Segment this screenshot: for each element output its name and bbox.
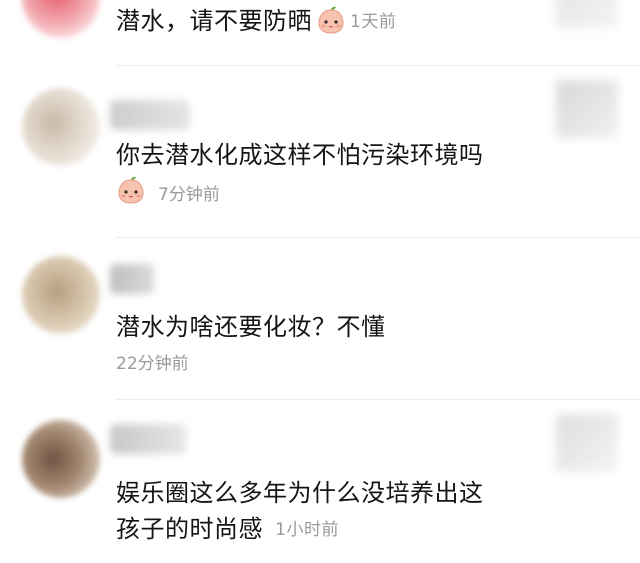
comment-text: 潜水为啥还要化妆？不懂 bbox=[116, 313, 386, 341]
avatar[interactable] bbox=[22, 0, 100, 38]
comment-item[interactable]: 潜水为啥还要化妆？不懂 22分钟前 bbox=[0, 238, 640, 400]
comment-time: 1小时前 bbox=[275, 520, 339, 540]
username[interactable] bbox=[110, 264, 154, 294]
peach-face-emoji-icon bbox=[316, 5, 346, 35]
username[interactable] bbox=[110, 424, 186, 454]
comment-item[interactable]: 潜水，请不要防晒 1天前 bbox=[0, 0, 640, 66]
avatar[interactable] bbox=[22, 88, 100, 166]
comment-image-thumbnail[interactable] bbox=[556, 80, 618, 138]
avatar[interactable] bbox=[22, 256, 100, 334]
comment-text-row: 潜水，请不要防晒 1天前 bbox=[116, 2, 540, 41]
comment-text-row: 娱乐圈这么多年为什么没培养出这 bbox=[116, 474, 540, 512]
comment-image-thumbnail[interactable] bbox=[556, 0, 618, 28]
comment-text: 潜水，请不要防晒 bbox=[116, 7, 312, 35]
comment-text-row: 孩子的时尚感 1小时前 bbox=[116, 510, 640, 549]
comment-item[interactable]: 你去潜水化成这样不怕污染环境吗 7分钟前 bbox=[0, 66, 640, 238]
comment-text-line1: 娱乐圈这么多年为什么没培养出这 bbox=[116, 479, 484, 507]
comment-image-thumbnail[interactable] bbox=[556, 414, 618, 472]
comment-item[interactable]: 娱乐圈这么多年为什么没培养出这 孩子的时尚感 1小时前 bbox=[0, 400, 640, 563]
peach-face-emoji-icon bbox=[116, 175, 146, 205]
comment-text-line2: 孩子的时尚感 bbox=[116, 515, 263, 543]
comment-meta-row: 22分钟前 bbox=[116, 349, 189, 374]
avatar[interactable] bbox=[22, 420, 100, 498]
comment-time: 22分钟前 bbox=[116, 354, 189, 374]
comment-text: 你去潜水化成这样不怕污染环境吗 bbox=[116, 141, 484, 169]
comment-text-row: 你去潜水化成这样不怕污染环境吗 bbox=[116, 136, 540, 174]
comment-time: 7分钟前 bbox=[158, 184, 220, 205]
comment-meta-row: 7分钟前 bbox=[116, 175, 220, 207]
comment-text-row: 潜水为啥还要化妆？不懂 bbox=[116, 308, 540, 346]
comment-time: 1天前 bbox=[350, 12, 397, 32]
username[interactable] bbox=[110, 100, 190, 130]
